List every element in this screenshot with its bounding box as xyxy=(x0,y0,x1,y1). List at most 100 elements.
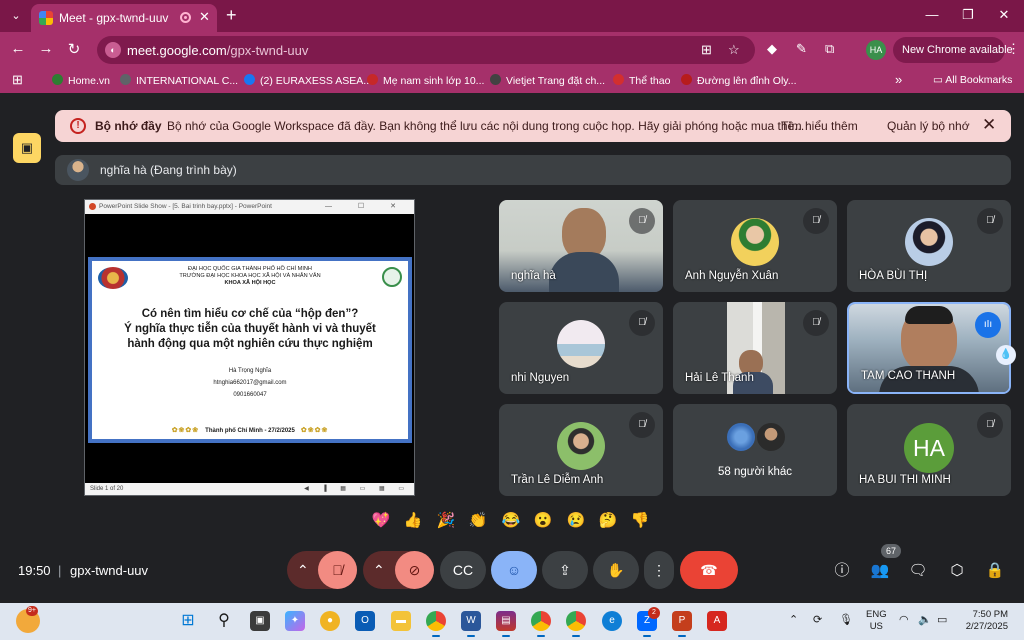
avatar xyxy=(557,320,605,368)
reload-icon[interactable]: ↻ xyxy=(64,40,84,58)
chrome-profile-icon[interactable] xyxy=(566,611,586,637)
reaction-sad-button[interactable]: 😢 xyxy=(565,510,587,532)
present-screen-button[interactable]: ⇪ xyxy=(542,551,588,589)
windows-taskbar: 9+ ⊞ ⚲ ▣ ✦ ● O ▬ W ▤ e Z 2 P A ⌃ ⟳ 🎙 ENG… xyxy=(0,603,1024,640)
participant-tile[interactable]: 🎙̸ nghĩa hà xyxy=(499,200,663,292)
restore-window-icon[interactable]: ❐ xyxy=(958,7,978,23)
host-controls-icon[interactable]: 🔒 xyxy=(983,559,1007,583)
system-clock[interactable]: 7:50 PM 2/27/2025 xyxy=(956,609,1008,633)
mic-off-icon: 🎙̸ xyxy=(977,208,1003,234)
word-icon[interactable]: W xyxy=(461,611,481,637)
sync-icon[interactable]: ⟳ xyxy=(813,613,822,626)
microphone-off-button[interactable]: 🎙̸ xyxy=(318,551,357,589)
url-text[interactable]: meet.google.com/gpx-twnd-uuv xyxy=(127,43,308,58)
people-icon[interactable]: 👥 xyxy=(868,559,892,583)
winrar-icon[interactable]: ▤ xyxy=(496,611,516,637)
file-explorer-icon[interactable]: ▬ xyxy=(391,611,411,631)
bookmark-item[interactable]: Mẹ nam sinh lớp 10... xyxy=(367,74,484,88)
extension-pen-icon[interactable]: ✎ xyxy=(796,41,807,57)
reaction-party-button[interactable]: 🎉 xyxy=(435,510,457,532)
bookmark-item[interactable]: (2) EURAXESS ASEA... xyxy=(244,74,372,88)
outlook-icon[interactable]: O xyxy=(355,611,375,631)
apps-grid-icon[interactable]: ⊞ xyxy=(12,73,26,87)
reaction-thumbs-up-button[interactable]: 👍 xyxy=(402,510,424,532)
edge-icon[interactable]: e xyxy=(602,611,622,631)
windows-start-icon[interactable]: ⊞ xyxy=(178,611,198,631)
bookmark-item[interactable]: Vietjet Trang đặt ch... xyxy=(490,74,605,88)
learn-more-link[interactable]: Tìm hiểu thêm xyxy=(781,119,858,133)
all-bookmarks-folder[interactable]: ▭ All Bookmarks xyxy=(933,74,1012,86)
language-indicator[interactable]: ENG US xyxy=(866,609,887,633)
more-options-button[interactable]: ⋮ xyxy=(644,551,674,589)
camera-off-button[interactable]: ⊘ xyxy=(395,551,434,589)
chrome-canary-icon[interactable]: ● xyxy=(320,611,340,631)
participant-tile-active-speaker[interactable]: ıIı TAM CAO THANH xyxy=(847,302,1011,394)
meeting-clock: 19:50 xyxy=(18,563,51,578)
close-window-icon[interactable]: ✕ xyxy=(994,7,1014,23)
bookmark-item[interactable]: Đường lên đỉnh Oly... xyxy=(681,74,797,88)
chrome-icon[interactable] xyxy=(426,611,446,637)
other-participants-avatars xyxy=(725,421,789,455)
show-hidden-icons-chevron-icon[interactable]: ⌃ xyxy=(789,613,798,626)
close-icon[interactable]: ✕ xyxy=(982,115,996,135)
participant-tile[interactable]: 🎙̸ HÒA BÙI THỊ xyxy=(847,200,1011,292)
wifi-icon[interactable]: ◠ xyxy=(899,613,909,626)
captions-button[interactable]: CC xyxy=(440,551,486,589)
translate-icon[interactable]: ⊞ xyxy=(701,42,712,58)
participant-tile[interactable]: 🎙̸ Hải Lê Thanh xyxy=(673,302,837,394)
browser-toolbar: ← → ↻ ◐ meet.google.com/gpx-twnd-uuv ⊞ ☆… xyxy=(0,32,1024,68)
picture-in-picture-icon[interactable]: ▣ xyxy=(13,133,41,163)
new-tab-plus-icon[interactable]: + xyxy=(226,5,237,26)
chat-icon[interactable]: 🗨 xyxy=(906,559,930,583)
extensions-puzzle-icon[interactable]: ⧉ xyxy=(825,41,834,57)
browser-tab-meet[interactable]: Meet - gpx-twnd-uuv ✕ xyxy=(31,4,217,32)
powerpoint-icon[interactable]: P xyxy=(672,611,692,637)
back-arrow-icon[interactable]: ← xyxy=(8,40,28,57)
tab-close-icon[interactable]: ✕ xyxy=(199,9,210,25)
reaction-clap-button[interactable]: 👏 xyxy=(467,510,489,532)
reaction-heart-button[interactable]: 💖 xyxy=(370,510,392,532)
chrome-menu-icon[interactable]: ⋮ xyxy=(1007,41,1020,57)
copilot-icon[interactable]: ✦ xyxy=(285,611,305,631)
volume-icon[interactable]: 🔈 xyxy=(918,613,932,626)
bookmark-item[interactable]: INTERNATIONAL C... xyxy=(120,74,238,88)
address-bar[interactable]: ◐ meet.google.com/gpx-twnd-uuv ⊞ ☆ xyxy=(97,36,755,64)
banner-message: Bộ nhớ của Google Workspace đã đầy. Bạn … xyxy=(167,119,805,133)
reaction-surprised-button[interactable]: 😮 xyxy=(532,510,554,532)
extension-icon[interactable]: ◆ xyxy=(767,41,777,57)
microphone-tray-icon[interactable]: 🎙 xyxy=(839,613,853,626)
bookmark-star-icon[interactable]: ☆ xyxy=(728,42,740,58)
meeting-info-icon[interactable]: ⓘ xyxy=(830,559,854,583)
reaction-thinking-button[interactable]: 🤔 xyxy=(597,510,619,532)
participant-tile[interactable]: 🎙̸ Anh Nguyễn Xuân xyxy=(673,200,837,292)
chrome-profile-icon[interactable] xyxy=(531,611,551,637)
shared-screen[interactable]: PowerPoint Slide Show - [5. Bai trinh ba… xyxy=(84,199,415,496)
new-chrome-available-button[interactable]: New Chrome available xyxy=(893,37,1013,63)
bookmark-item[interactable]: Thể thao xyxy=(613,74,670,88)
tab-search-chevron-icon[interactable]: ⌄ xyxy=(7,7,25,25)
leave-call-button[interactable]: ☎ xyxy=(680,551,738,589)
reaction-thumbs-down-button[interactable]: 👎 xyxy=(629,510,651,532)
task-view-icon[interactable]: ▣ xyxy=(250,611,270,631)
camera-options-chevron-icon[interactable]: ⌃ xyxy=(373,551,385,589)
acrobat-icon[interactable]: A xyxy=(707,611,727,631)
side-panel-toggle-icon[interactable]: 💧 xyxy=(996,345,1016,365)
participant-tile[interactable]: 🎙̸ Trần Lê Diễm Anh xyxy=(499,404,663,496)
site-settings-icon[interactable]: ◐ xyxy=(105,42,121,58)
more-bookmarks-chevron-icon[interactable]: » xyxy=(895,72,902,87)
minimize-window-icon[interactable]: — xyxy=(922,7,942,22)
emoji-reactions-button[interactable]: ☺ xyxy=(491,551,537,589)
reaction-laugh-button[interactable]: 😂 xyxy=(500,510,522,532)
other-participants-tile[interactable]: 58 người khác xyxy=(673,404,837,496)
activities-icon[interactable]: ⬡ xyxy=(945,559,969,583)
profile-avatar[interactable]: HA xyxy=(866,40,886,60)
raise-hand-button[interactable]: ✋ xyxy=(593,551,639,589)
search-icon[interactable]: ⚲ xyxy=(214,611,234,631)
bookmark-item[interactable]: Home.vn xyxy=(52,74,110,88)
participant-tile[interactable]: HA 🎙̸ HA BUI THI MINH xyxy=(847,404,1011,496)
manage-storage-link[interactable]: Quản lý bộ nhớ xyxy=(887,119,970,133)
mic-options-chevron-icon[interactable]: ⌃ xyxy=(297,551,309,589)
battery-icon[interactable]: ▭ xyxy=(937,613,947,626)
participant-tile[interactable]: 🎙̸ nhi Nguyen xyxy=(499,302,663,394)
forward-arrow-icon[interactable]: → xyxy=(36,40,56,57)
